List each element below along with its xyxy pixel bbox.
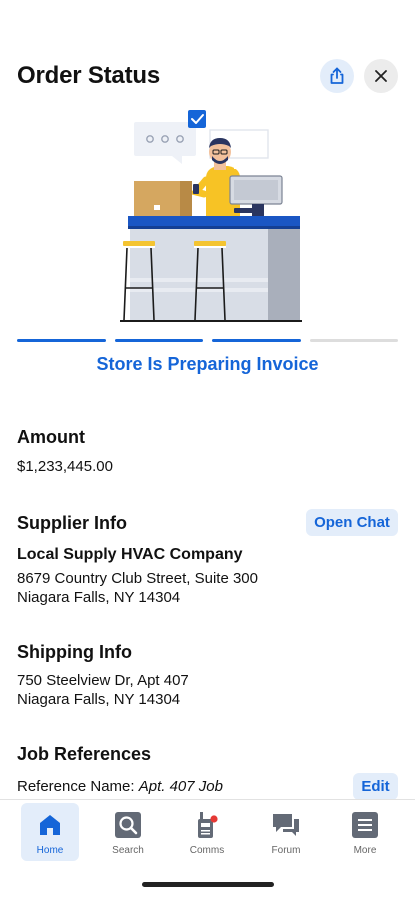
search-icon <box>114 811 142 839</box>
menu-icon <box>351 811 379 839</box>
tab-comms[interactable]: Comms <box>178 803 236 861</box>
reference-name-row: Reference Name: Apt. 407 Job <box>17 777 223 796</box>
amount-heading: Amount <box>17 427 85 447</box>
chat-bubbles-icon <box>272 811 300 839</box>
supplier-name: Local Supply HVAC Company <box>17 546 243 563</box>
tab-label: Search <box>112 845 144 856</box>
progress-step <box>309 339 398 342</box>
tab-more[interactable]: More <box>336 803 394 861</box>
tab-label: Comms <box>189 845 225 856</box>
close-icon <box>375 70 387 82</box>
amount-value: $1,233,445.00 <box>17 458 113 475</box>
supplier-heading: Supplier Info <box>17 513 127 533</box>
reference-name-label: Reference Name: <box>17 778 135 795</box>
edit-reference-button[interactable]: Edit <box>353 773 398 800</box>
home-indicator <box>142 882 274 887</box>
share-button[interactable] <box>320 59 354 93</box>
share-icon <box>330 67 344 84</box>
progress-step <box>114 339 203 342</box>
shipping-heading: Shipping Info <box>17 642 132 662</box>
job-references-heading: Job References <box>17 744 152 764</box>
supplier-address-line1: 8679 Country Club Street, Suite 300 <box>17 570 258 587</box>
page-title: Order Status <box>17 62 160 89</box>
open-chat-button[interactable]: Open Chat <box>306 509 398 536</box>
progress-step <box>212 339 301 342</box>
tab-home[interactable]: Home <box>21 803 79 861</box>
tab-label: Forum <box>271 845 301 856</box>
radio-icon <box>193 811 221 839</box>
reference-name-value: Apt. 407 Job <box>138 778 223 795</box>
tab-label: More <box>353 845 377 856</box>
progress-step <box>17 339 106 342</box>
store-clerk-illustration <box>120 110 302 322</box>
shipping-address-line1: 750 Steelview Dr, Apt 407 <box>17 672 189 689</box>
order-progress-bar <box>17 339 398 343</box>
home-icon <box>36 811 64 839</box>
supplier-address-line2: Niagara Falls, NY 14304 <box>17 589 181 606</box>
shipping-address-line2: Niagara Falls, NY 14304 <box>17 691 181 708</box>
order-status-label: Store Is Preparing Invoice <box>96 354 319 374</box>
tab-search[interactable]: Search <box>99 803 157 861</box>
tab-forum[interactable]: Forum <box>257 803 315 861</box>
tab-label: Home <box>36 845 64 856</box>
close-button[interactable] <box>364 59 398 93</box>
header: Order Status <box>0 58 415 98</box>
